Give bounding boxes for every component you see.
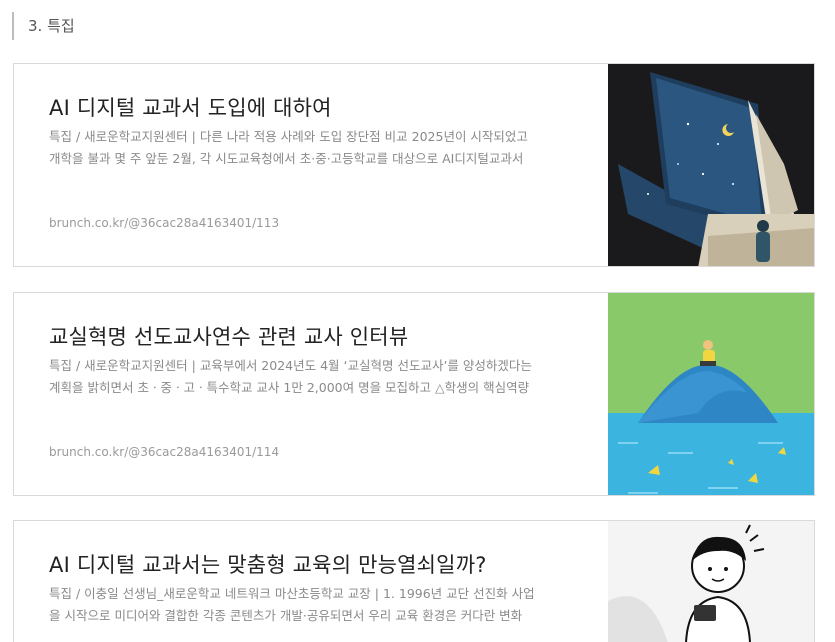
student-tablet-illustration[interactable] xyxy=(608,521,814,642)
summary-line: 을 시작으로 미디어와 결합한 각종 콘텐츠가 개발·공유되면서 우리 교육 환… xyxy=(49,608,523,623)
article-title[interactable]: AI 디지털 교과서 도입에 대하여 xyxy=(49,92,332,122)
section-heading: 3. 특집 xyxy=(12,12,75,40)
article-card-3[interactable]: AI 디지털 교과서는 맞춤형 교육의 만능열쇠일까? 특집 / 이충일 선생님… xyxy=(13,520,815,642)
article-url[interactable]: brunch.co.kr/@36cac28a4163401/114 xyxy=(49,445,279,459)
article-url[interactable]: brunch.co.kr/@36cac28a4163401/113 xyxy=(49,216,279,230)
summary-line: 특집 / 이충일 선생님_새로운학교 네트워크 마산초등학교 교장 | 1. 1… xyxy=(49,586,535,601)
summary-line: 특집 / 새로운학교지원센터 | 교육부에서 2024년도 4월 ‘교실혁명 선… xyxy=(49,358,532,373)
article-card-1[interactable]: AI 디지털 교과서 도입에 대하여 특집 / 새로운학교지원센터 | 다른 나… xyxy=(13,63,815,267)
article-title[interactable]: AI 디지털 교과서는 맞춤형 교육의 만능열쇠일까? xyxy=(49,549,487,579)
article-summary: 특집 / 새로운학교지원센터 | 교육부에서 2024년도 4월 ‘교실혁명 선… xyxy=(49,355,589,399)
open-book-night-sky-illustration[interactable] xyxy=(608,64,814,266)
summary-line: 개학을 불과 몇 주 앞둔 2월, 각 시도교육청에서 초·중·고등학교를 대상… xyxy=(49,151,524,166)
article-title[interactable]: 교실혁명 선도교사연수 관련 교사 인터뷰 xyxy=(49,321,408,351)
summary-line: 특집 / 새로운학교지원센터 | 다른 나라 적용 사례와 도입 장단점 비교 … xyxy=(49,129,528,144)
article-summary: 특집 / 이충일 선생님_새로운학교 네트워크 마산초등학교 교장 | 1. 1… xyxy=(49,583,589,627)
summary-line: 계획을 밝히면서 초ㆍ중ㆍ고ㆍ특수학교 교사 1만 2,000여 명을 모집하고… xyxy=(49,380,530,395)
island-reader-illustration[interactable] xyxy=(608,293,814,495)
article-card-2[interactable]: 교실혁명 선도교사연수 관련 교사 인터뷰 특집 / 새로운학교지원센터 | 교… xyxy=(13,292,815,496)
article-summary: 특집 / 새로운학교지원센터 | 다른 나라 적용 사례와 도입 장단점 비교 … xyxy=(49,126,589,170)
